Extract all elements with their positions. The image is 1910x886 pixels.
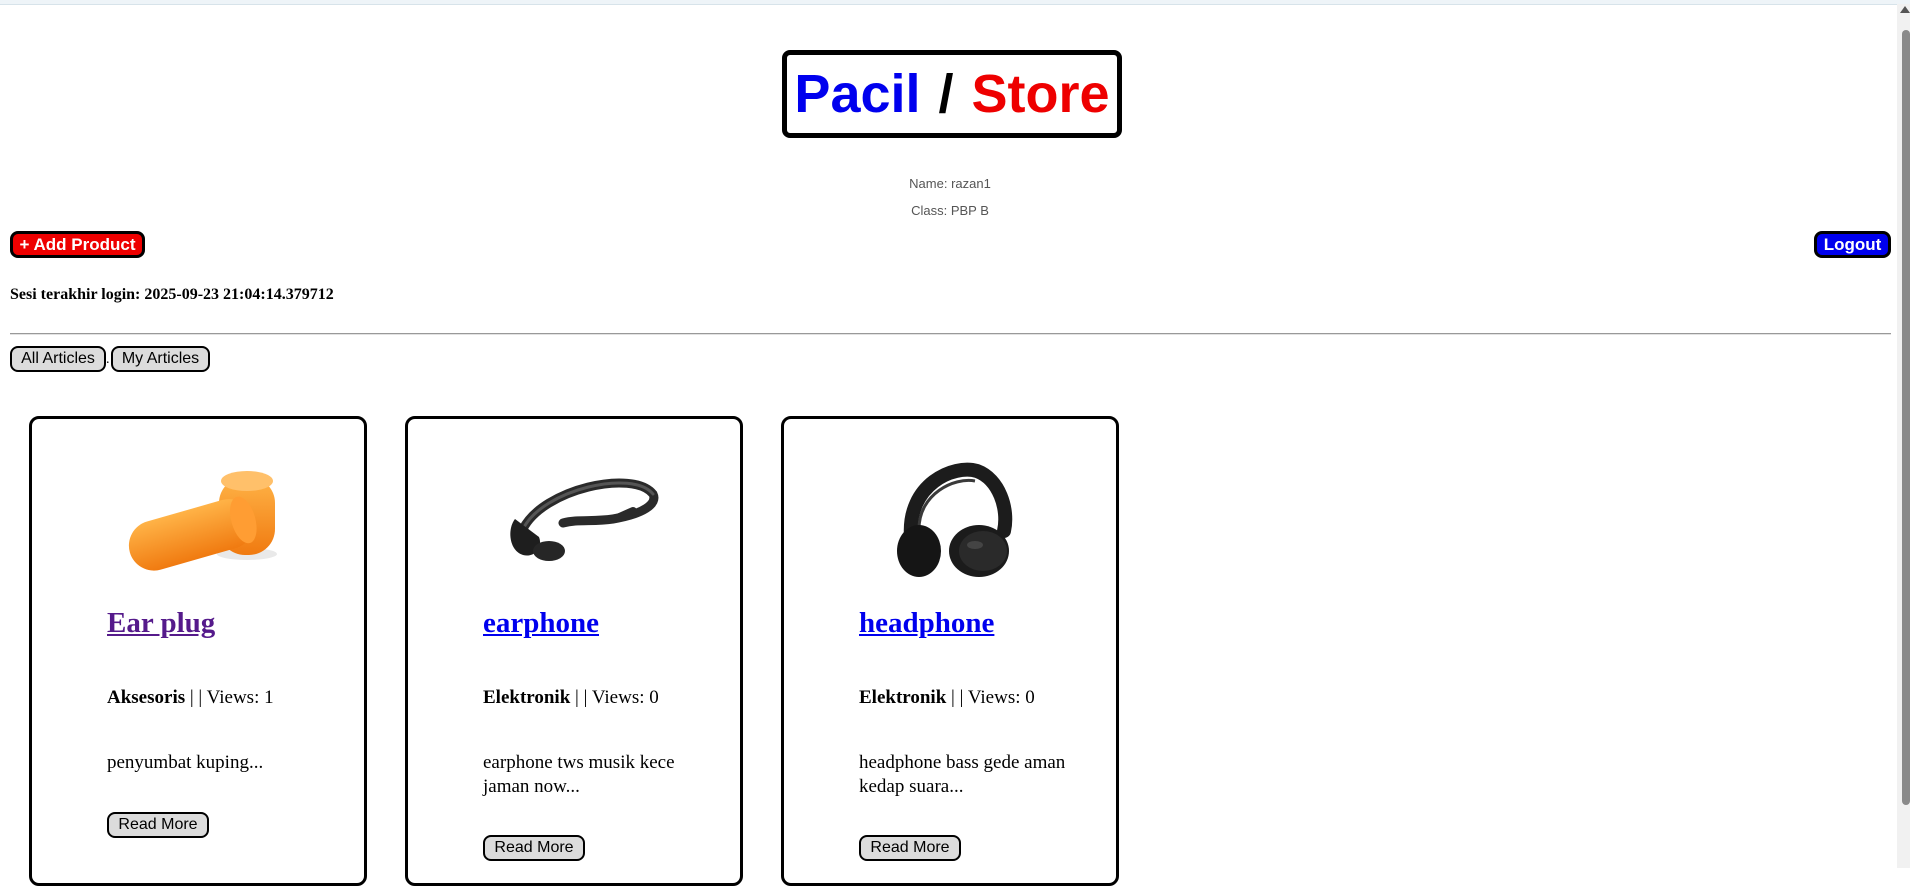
earphone-image	[510, 478, 659, 561]
read-more-button[interactable]: Read More	[107, 812, 209, 838]
filter-separator: .	[106, 352, 110, 367]
title-part-pacil: Pacil	[794, 64, 921, 124]
scrollbar-thumb[interactable]	[1902, 30, 1910, 805]
headphone-image	[897, 462, 1013, 577]
product-description: earphone tws musik kece jaman now...	[483, 752, 675, 797]
add-product-button[interactable]: + Add Product	[10, 231, 145, 258]
title-part-store: Store	[971, 64, 1110, 124]
product-description: headphone bass gede aman kedap suara...	[859, 752, 1066, 797]
earplug-image	[128, 471, 277, 571]
scroll-up-arrow-icon[interactable]	[1900, 6, 1910, 13]
product-category: Elektronik	[483, 687, 571, 708]
product-views: Views: 0	[591, 687, 659, 708]
meta-separator: | |	[189, 687, 203, 708]
product-meta: Aksesoris | | Views: 1	[107, 687, 274, 709]
product-meta: Elektronik | | Views: 0	[483, 687, 659, 709]
product-name-link[interactable]: Ear plug	[107, 607, 215, 640]
user-name: Name: razan1	[909, 176, 991, 191]
product-card: Ear plug Aksesoris | | Views: 1 penyumba…	[29, 416, 367, 886]
browser-top-edge	[0, 0, 1910, 5]
title-separator: /	[938, 64, 954, 124]
meta-separator: | |	[951, 687, 964, 708]
product-card: earphone Elektronik | | Views: 0 earphon…	[405, 416, 743, 886]
product-name-link[interactable]: earphone	[483, 607, 599, 640]
my-articles-button[interactable]: My Articles	[111, 346, 210, 372]
read-more-button[interactable]: Read More	[859, 835, 961, 861]
all-articles-button[interactable]: All Articles	[10, 346, 106, 372]
product-category: Aksesoris	[107, 687, 186, 708]
meta-separator: | |	[575, 687, 588, 708]
logout-button[interactable]: Logout	[1814, 231, 1891, 258]
product-category: Elektronik	[859, 687, 947, 708]
user-class: Class: PBP B	[911, 203, 989, 218]
product-name-link[interactable]: headphone	[859, 607, 994, 640]
last-login-info: Sesi terakhir login: 2025-09-23 21:04:14…	[10, 286, 334, 303]
store-title: Pacil / Store	[782, 50, 1122, 138]
product-views: Views: 0	[967, 687, 1035, 708]
product-description: penyumbat kuping...	[107, 752, 264, 773]
product-views: Views: 1	[206, 687, 274, 708]
product-card: headphone Elektronik | | Views: 0 headph…	[781, 416, 1119, 886]
horizontal-divider	[10, 333, 1891, 335]
read-more-button[interactable]: Read More	[483, 835, 585, 861]
product-meta: Elektronik | | Views: 0	[859, 687, 1035, 709]
